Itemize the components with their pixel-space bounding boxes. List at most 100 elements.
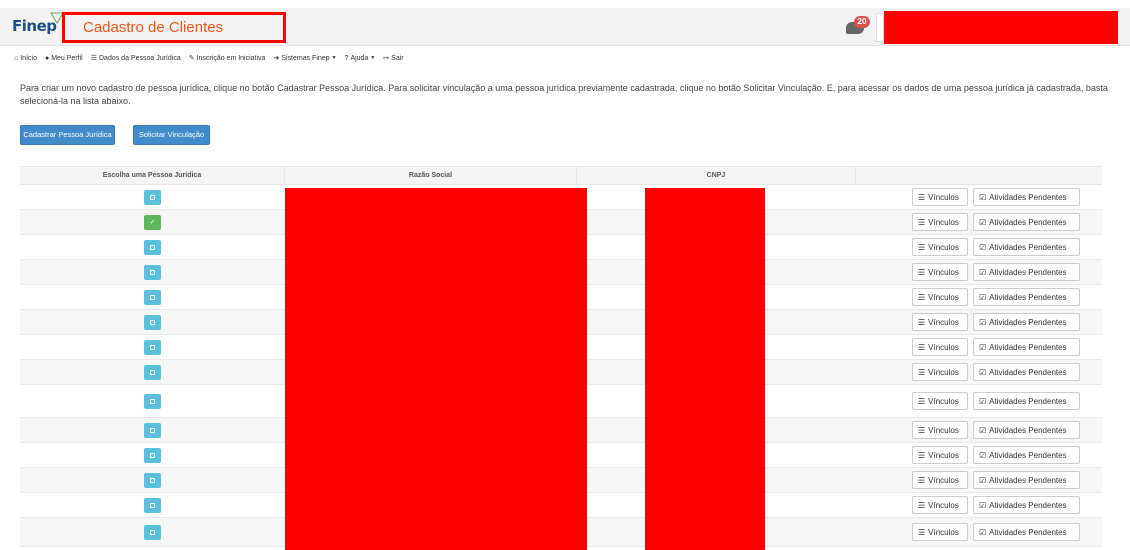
- atividades-pendentes-button[interactable]: ☑ Atividades Pendentes: [973, 288, 1080, 306]
- select-cell: [20, 314, 285, 330]
- square-icon: [150, 529, 155, 535]
- nav-inicio[interactable]: ⌂ Início: [14, 55, 37, 62]
- atividades-pendentes-button[interactable]: ☑ Atividades Pendentes: [973, 238, 1080, 256]
- square-icon: [150, 452, 155, 458]
- home-icon: ⌂: [14, 54, 19, 62]
- top-header: Finep Cadastro de Clientes 20: [0, 8, 1130, 46]
- vinculos-label: Vínculos: [928, 475, 959, 485]
- sign-out-icon: ↦: [383, 55, 390, 62]
- atividades-pendentes-button[interactable]: ☑ Atividades Pendentes: [973, 338, 1080, 356]
- vinculos-button[interactable]: ☰ Vínculos: [912, 288, 968, 306]
- check-square-icon: ☑: [979, 425, 987, 435]
- caret-down-icon: ▼: [331, 55, 337, 61]
- nav-label: Meu Perfil: [51, 54, 83, 62]
- select-cell: [20, 364, 285, 380]
- select-pessoa-button[interactable]: [144, 393, 161, 409]
- check-square-icon: ☑: [979, 450, 987, 460]
- select-cell: [20, 524, 285, 540]
- nav-dados-pessoa-juridica[interactable]: ☰ Dados da Pessoa Jurídica: [90, 54, 181, 63]
- select-pessoa-button[interactable]: [144, 422, 161, 438]
- list-icon: ☰: [918, 475, 926, 485]
- vinculos-button[interactable]: ☰ Vínculos: [912, 446, 968, 464]
- atividades-pendentes-button[interactable]: ☑ Atividades Pendentes: [973, 496, 1080, 514]
- user-menu[interactable]: [876, 13, 884, 42]
- list-icon: ☰: [918, 500, 926, 510]
- atividades-pendentes-button[interactable]: ☑ Atividades Pendentes: [973, 213, 1080, 231]
- atividades-pendentes-button[interactable]: ☑ Atividades Pendentes: [973, 446, 1080, 464]
- select-pessoa-button[interactable]: [144, 189, 161, 205]
- select-pessoa-button[interactable]: [144, 524, 161, 540]
- atividades-label: Atividades Pendentes: [989, 475, 1067, 485]
- cadastrar-pessoa-juridica-button[interactable]: Cadastrar Pessoa Jurídica: [20, 125, 115, 145]
- select-pessoa-button[interactable]: [144, 497, 161, 513]
- solicitar-vinculacao-button[interactable]: Solicitar Vinculação: [133, 125, 210, 145]
- nav-sistemas-finep[interactable]: ➜ Sistemas Finep ▼: [273, 54, 337, 63]
- vinculos-button[interactable]: ☰ Vínculos: [912, 363, 968, 381]
- header-razao-social: Razão Social: [285, 167, 577, 185]
- vinculos-button[interactable]: ☰ Vínculos: [912, 263, 968, 281]
- vinculos-button[interactable]: ☰ Vínculos: [912, 238, 968, 256]
- nav-sair[interactable]: ↦ Sair: [383, 54, 404, 63]
- square-icon: [150, 427, 155, 433]
- select-pessoa-button[interactable]: [144, 264, 161, 280]
- actions-cell: ☰ Vínculos ☑ Atividades Pendentes: [856, 523, 1102, 541]
- atividades-label: Atividades Pendentes: [989, 367, 1067, 377]
- pencil-icon: ✎: [188, 55, 195, 62]
- vinculos-button[interactable]: ☰ Vínculos: [912, 471, 968, 489]
- select-pessoa-button[interactable]: [144, 239, 161, 255]
- select-pessoa-button[interactable]: [144, 339, 161, 355]
- select-pessoa-button[interactable]: [144, 289, 161, 305]
- atividades-pendentes-button[interactable]: ☑ Atividades Pendentes: [973, 523, 1080, 541]
- check-square-icon: ☑: [979, 367, 987, 377]
- square-icon: [150, 502, 155, 508]
- notifications-button[interactable]: 20: [846, 16, 872, 38]
- page-title: Cadastro de Clientes: [83, 19, 224, 36]
- nav-label: Sair: [391, 54, 404, 62]
- check-square-icon: ☑: [979, 217, 987, 227]
- list-icon: ☰: [918, 425, 926, 435]
- vinculos-button[interactable]: ☰ Vínculos: [912, 313, 968, 331]
- vinculos-button[interactable]: ☰ Vínculos: [912, 523, 968, 541]
- vinculos-label: Vínculos: [928, 242, 959, 252]
- actions-cell: ☰ Vínculos ☑ Atividades Pendentes: [856, 288, 1102, 306]
- vinculos-label: Vínculos: [928, 425, 959, 435]
- atividades-pendentes-button[interactable]: ☑ Atividades Pendentes: [973, 263, 1080, 281]
- app-title-highlight: Cadastro de Clientes: [62, 12, 286, 43]
- atividades-pendentes-button[interactable]: ☑ Atividades Pendentes: [973, 392, 1080, 410]
- vinculos-button[interactable]: ☰ Vínculos: [912, 338, 968, 356]
- atividades-pendentes-button[interactable]: ☑ Atividades Pendentes: [973, 421, 1080, 439]
- nav-label: Início: [20, 54, 37, 62]
- atividades-label: Atividades Pendentes: [989, 317, 1067, 327]
- select-pessoa-button[interactable]: [144, 314, 161, 330]
- atividades-pendentes-button[interactable]: ☑ Atividades Pendentes: [973, 188, 1080, 206]
- select-pessoa-button[interactable]: [144, 364, 161, 380]
- nav-label: Ajuda: [350, 54, 369, 62]
- atividades-pendentes-button[interactable]: ☑ Atividades Pendentes: [973, 471, 1080, 489]
- actions-cell: ☰ Vínculos ☑ Atividades Pendentes: [856, 363, 1102, 381]
- check-square-icon: ☑: [979, 292, 987, 302]
- intro-text: Para criar um novo cadastro de pessoa ju…: [20, 83, 1108, 106]
- atividades-label: Atividades Pendentes: [989, 450, 1067, 460]
- user-name-redacted: [884, 11, 1118, 44]
- vinculos-button[interactable]: ☰ Vínculos: [912, 213, 968, 231]
- vinculos-button[interactable]: ☰ Vínculos: [912, 496, 968, 514]
- nav-meu-perfil[interactable]: ● Meu Perfil: [45, 55, 83, 62]
- actions-cell: ☰ Vínculos ☑ Atividades Pendentes: [856, 338, 1102, 356]
- atividades-label: Atividades Pendentes: [989, 425, 1067, 435]
- list-icon: ☰: [918, 317, 926, 327]
- vinculos-button[interactable]: ☰ Vínculos: [912, 421, 968, 439]
- nav-inscricao-iniciativa[interactable]: ✎ Inscrição em Iniciativa: [188, 54, 266, 63]
- select-pessoa-button[interactable]: [144, 447, 161, 463]
- vinculos-button[interactable]: ☰ Vínculos: [912, 188, 968, 206]
- list-icon: ☰: [90, 55, 97, 62]
- atividades-pendentes-button[interactable]: ☑ Atividades Pendentes: [973, 363, 1080, 381]
- actions-cell: ☰ Vínculos ☑ Atividades Pendentes: [856, 188, 1102, 206]
- list-icon: ☰: [918, 267, 926, 277]
- atividades-label: Atividades Pendentes: [989, 217, 1067, 227]
- selected-pessoa-button[interactable]: ✓: [144, 214, 161, 230]
- select-pessoa-button[interactable]: [144, 472, 161, 488]
- atividades-pendentes-button[interactable]: ☑ Atividades Pendentes: [973, 313, 1080, 331]
- nav-ajuda[interactable]: ? Ajuda ▼: [345, 55, 376, 62]
- actions-cell: ☰ Vínculos ☑ Atividades Pendentes: [856, 263, 1102, 281]
- vinculos-button[interactable]: ☰ Vínculos: [912, 392, 968, 410]
